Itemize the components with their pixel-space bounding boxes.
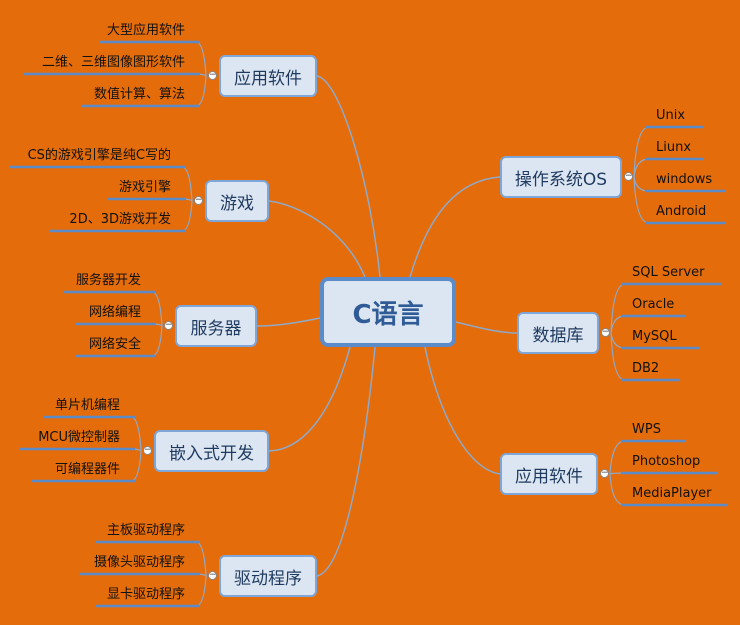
leaf-text[interactable]: Liunx — [656, 140, 691, 156]
leaf-connector — [195, 541, 207, 577]
branch-right-application-software[interactable]: 应用软件 — [500, 453, 598, 495]
collapse-toggle-icon[interactable]: − — [208, 71, 217, 80]
leaf-connector — [609, 440, 626, 475]
branch-label: 服务器 — [190, 318, 242, 339]
leaf-text[interactable]: 显卡驱动程序 — [107, 587, 185, 603]
link-root-to-branch — [455, 321, 518, 334]
leaf-text[interactable]: 主板驱动程序 — [107, 523, 185, 539]
branch-label: 应用软件 — [515, 466, 583, 487]
leaf-text[interactable]: 单片机编程 — [55, 398, 120, 414]
leaf-text[interactable]: MySQL — [632, 329, 677, 345]
leaf-connector — [195, 75, 207, 107]
leaf-connector — [633, 126, 650, 178]
leaf-connector — [181, 200, 193, 232]
leaf-text[interactable]: Oracle — [632, 297, 674, 313]
collapse-toggle-icon[interactable]: − — [624, 172, 633, 181]
root-node[interactable]: C语言 — [320, 277, 456, 347]
leaf-connector — [195, 41, 207, 77]
branch-left-drivers[interactable]: 驱动程序 — [219, 555, 317, 597]
leaf-text[interactable]: MediaPlayer — [632, 486, 712, 502]
leaf-text[interactable]: MCU微控制器 — [38, 430, 120, 446]
leaf-connector — [130, 416, 142, 452]
branch-right-os[interactable]: 操作系统OS — [500, 156, 622, 198]
leaf-text[interactable]: 二维、三维图像图形软件 — [42, 55, 185, 71]
leaf-connector — [610, 315, 626, 334]
leaf-connector — [633, 176, 650, 192]
leaf-connector — [151, 325, 163, 357]
leaf-text[interactable]: 网络编程 — [89, 305, 141, 321]
branch-left-server[interactable]: 服务器 — [175, 305, 257, 347]
branch-left-embedded[interactable]: 嵌入式开发 — [154, 430, 269, 472]
link-root-to-branch — [424, 346, 501, 475]
leaf-text[interactable]: 2D、3D游戏开发 — [69, 212, 171, 228]
branch-label: 嵌入式开发 — [169, 443, 254, 464]
collapse-toggle-icon[interactable]: − — [164, 321, 173, 330]
branch-label: 操作系统OS — [514, 169, 608, 190]
collapse-toggle-icon[interactable]: − — [600, 469, 609, 478]
leaf-text[interactable]: 摄像头驱动程序 — [94, 555, 185, 571]
branch-label: 数据库 — [532, 325, 584, 346]
leaf-text[interactable]: 网络安全 — [89, 337, 141, 353]
branch-label: 游戏 — [220, 193, 254, 214]
leaf-text[interactable]: 数值计算、算法 — [94, 87, 185, 103]
branch-left-application-software[interactable]: 应用软件 — [219, 55, 317, 97]
leaf-text[interactable]: DB2 — [632, 361, 659, 377]
leaf-text[interactable]: WPS — [632, 422, 661, 438]
leaf-text[interactable]: 大型应用软件 — [107, 23, 185, 39]
leaf-text[interactable]: 游戏引擎 — [119, 180, 171, 196]
collapse-toggle-icon[interactable]: − — [194, 196, 203, 205]
link-root-to-branch — [268, 346, 351, 452]
leaf-connector — [610, 332, 626, 349]
leaf-connector — [609, 473, 626, 506]
collapse-toggle-icon[interactable]: − — [143, 446, 152, 455]
link-root-to-branch — [409, 176, 501, 278]
branch-label: 应用软件 — [234, 68, 302, 89]
branch-label: 驱动程序 — [234, 568, 302, 589]
leaf-connector — [130, 450, 142, 482]
leaf-connector — [151, 291, 163, 327]
link-root-to-branch — [316, 346, 376, 577]
leaf-text[interactable]: 可编程器件 — [55, 462, 120, 478]
leaf-connector — [181, 166, 193, 202]
link-root-to-branch — [268, 200, 366, 278]
leaf-text[interactable]: Android — [656, 204, 706, 220]
branch-left-games[interactable]: 游戏 — [205, 180, 269, 222]
leaf-text[interactable]: CS的游戏引擎是纯C写的 — [28, 148, 171, 164]
leaf-text[interactable]: Unix — [656, 108, 685, 124]
leaf-connector — [633, 158, 650, 178]
leaf-text[interactable]: SQL Server — [632, 265, 705, 281]
branch-right-database[interactable]: 数据库 — [517, 312, 599, 354]
link-root-to-branch — [316, 75, 381, 278]
link-root-to-branch — [256, 317, 321, 327]
collapse-toggle-icon[interactable]: − — [208, 571, 217, 580]
root-label: C语言 — [352, 299, 424, 330]
leaf-text[interactable]: 服务器开发 — [76, 273, 141, 289]
leaf-text[interactable]: Photoshop — [632, 454, 700, 470]
leaf-text[interactable]: windows — [656, 172, 712, 188]
leaf-connector — [195, 575, 207, 607]
collapse-toggle-icon[interactable]: − — [601, 328, 610, 337]
